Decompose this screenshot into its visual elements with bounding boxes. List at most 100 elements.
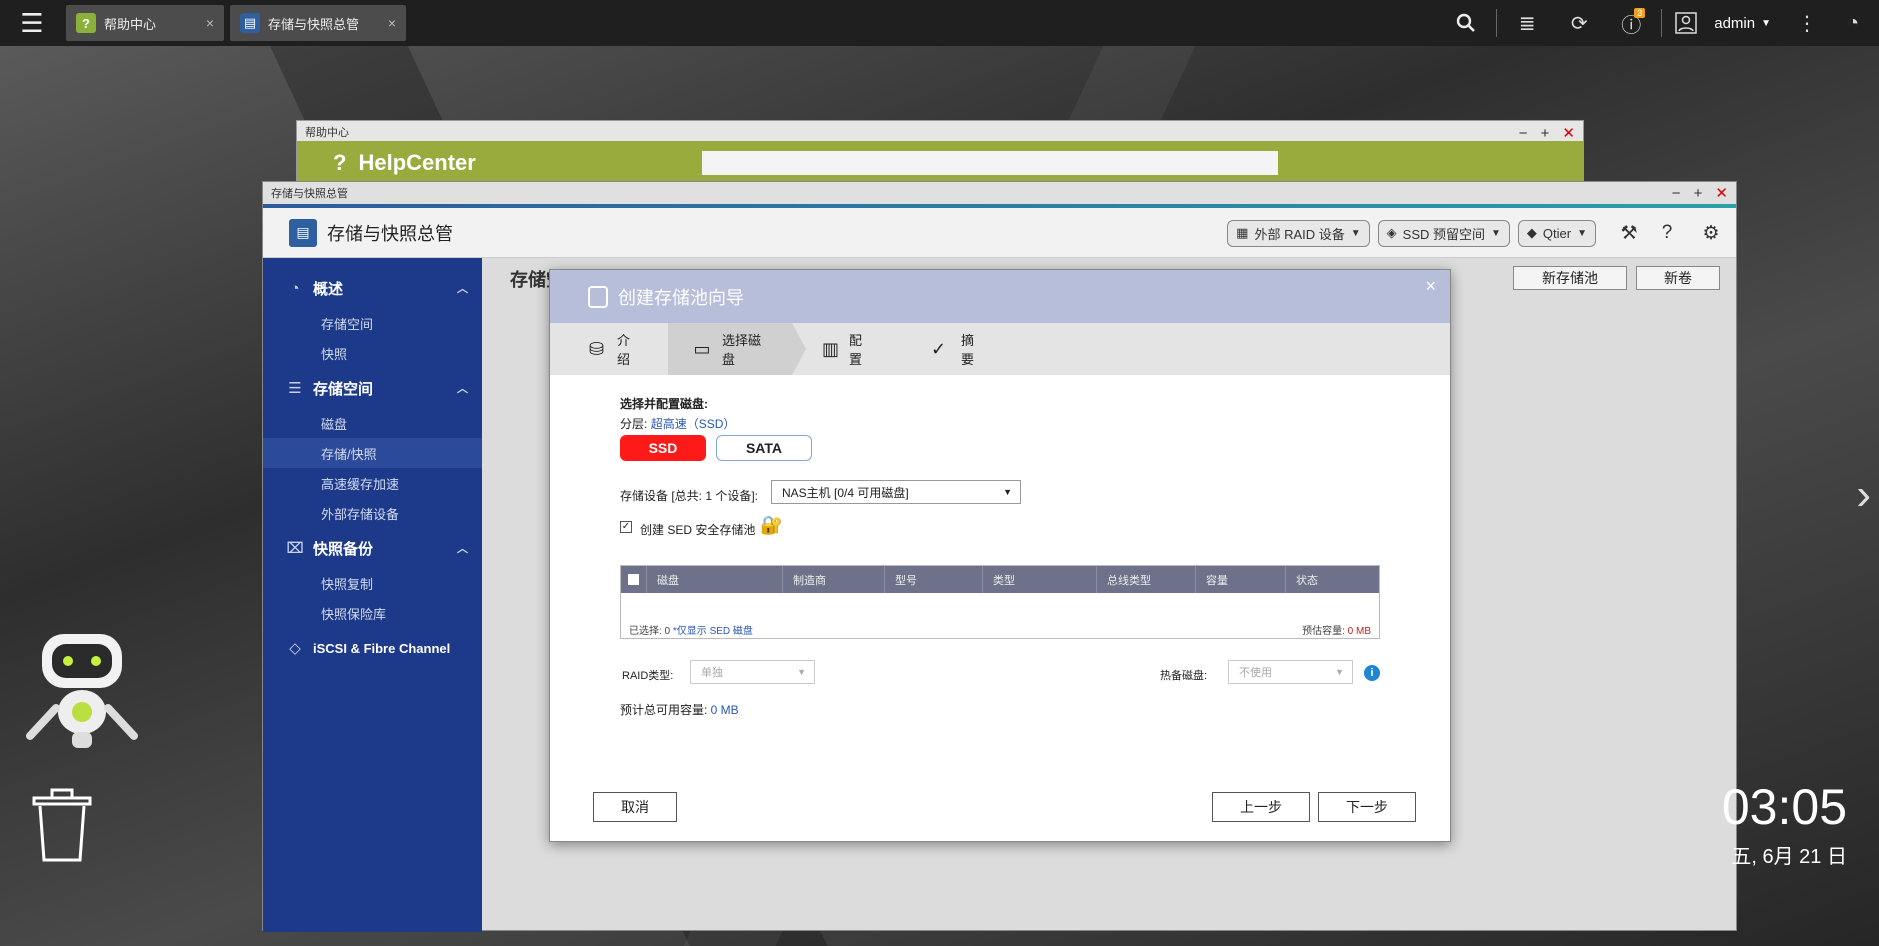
previous-button[interactable]: 上一步 xyxy=(1212,792,1310,822)
sidebar-group-snapshot-backup[interactable]: ⌧ 快照备份 ︿ xyxy=(263,528,482,568)
sidebar-item-storage-snapshots[interactable]: 存储/快照 xyxy=(263,438,482,468)
estimated-capacity-label: 预估容量: xyxy=(1302,625,1348,637)
chevron-right-icon[interactable]: › xyxy=(1856,470,1871,520)
sidebar-item-disks[interactable]: 磁盘 xyxy=(263,408,482,438)
trash-icon[interactable] xyxy=(30,788,94,864)
estimated-capacity-value: 0 MB xyxy=(1347,625,1371,637)
qtier-button[interactable]: ◆ Qtier ▼ xyxy=(1517,219,1596,247)
maximize-icon[interactable]: + xyxy=(1541,125,1550,142)
sidebar-item-external-storage[interactable]: 外部存储设备 xyxy=(263,498,482,528)
background-tasks-icon[interactable]: ≣ xyxy=(1501,0,1553,46)
sed-checkbox[interactable]: ✓ xyxy=(620,521,632,533)
ssd-icon: ◈ xyxy=(1386,225,1397,240)
close-icon[interactable]: ✕ xyxy=(1562,125,1575,142)
user-avatar-icon[interactable] xyxy=(1666,0,1706,46)
chevron-up-icon: ︿ xyxy=(457,383,468,395)
more-options-icon[interactable]: ⋮ xyxy=(1787,0,1827,46)
info-icon[interactable]: i xyxy=(1364,665,1380,681)
dashboard-icon[interactable]: ◔ xyxy=(1827,0,1879,46)
raid-type-label: RAID类型: xyxy=(622,670,674,682)
taskbar-tab-label: 存储与快照总管 xyxy=(268,16,360,32)
minimize-icon[interactable]: − xyxy=(1519,125,1528,142)
close-icon[interactable]: × xyxy=(1425,276,1436,297)
next-button[interactable]: 下一步 xyxy=(1318,792,1416,822)
tier-ssd-button[interactable]: SSD xyxy=(620,435,706,461)
sidebar-item-storage-space[interactable]: 存储空间 xyxy=(263,308,482,338)
section-title: 选择并配置磁盘: xyxy=(620,397,708,411)
table-header: 总线类型 xyxy=(1097,566,1196,593)
new-pool-button[interactable]: 新存储池 xyxy=(1513,266,1627,290)
sidebar-item-snapshot-vault[interactable]: 快照保险库 xyxy=(263,598,482,628)
assistant-robot-icon[interactable] xyxy=(26,628,138,754)
sidebar-item-snapshot[interactable]: 快照 xyxy=(263,338,482,368)
help-app-icon: ? xyxy=(76,13,96,33)
main-menu-icon[interactable]: ☰ xyxy=(0,0,64,46)
sed-only-link[interactable]: *仅显示 SED 磁盘 xyxy=(673,626,753,637)
ssd-reserve-button[interactable]: ◈ SSD 预留空间 ▼ xyxy=(1377,219,1510,247)
step-configure: ▥ 配置 xyxy=(792,323,896,375)
gear-icon[interactable]: ⚙ xyxy=(1696,219,1726,247)
new-volume-button[interactable]: 新卷 xyxy=(1636,266,1720,290)
header-toolbar: ▦ 外部 RAID 设备 ▼ ◈ SSD 预留空间 ▼ ◆ Qtier ▼ ⚒ … xyxy=(1227,219,1726,247)
minimize-icon[interactable]: − xyxy=(1672,185,1681,202)
help-center-window[interactable]: 帮助中心 − + ✕ ? HelpCenter xyxy=(296,120,1584,185)
help-search-input[interactable] xyxy=(701,151,1278,175)
sidebar-item-snapshot-replica[interactable]: 快照复制 xyxy=(263,568,482,598)
sidebar-item-cache-acceleration[interactable]: 高速缓存加速 xyxy=(263,468,482,498)
total-capacity-label: 预计总可用容量: xyxy=(620,703,711,717)
sidebar-group-overview[interactable]: ◔ 概述 ︿ xyxy=(263,268,482,308)
tools-icon[interactable]: ⚒ xyxy=(1614,219,1644,247)
user-menu[interactable]: admin ▼ xyxy=(1706,15,1787,32)
storage-app-icon: ▤ xyxy=(289,218,317,247)
step-label: 配置 xyxy=(849,333,863,367)
disk-table-header: 磁盘 制造商 型号 类型 总线类型 容量 状态 xyxy=(621,566,1379,593)
sidebar-group-label: 快照备份 xyxy=(313,540,374,558)
step-label: 介绍 xyxy=(617,333,631,367)
drive-icon: ▭ xyxy=(693,338,711,359)
help-icon[interactable]: ? xyxy=(1652,219,1682,247)
close-tab-icon[interactable]: × xyxy=(206,15,214,31)
app-title-block: ▤ 存储与快照总管 xyxy=(289,218,453,247)
sidebar: ◔ 概述 ︿ 存储空间 快照 ☰ 存储空间 ︿ 磁盘 存储/快照 高速缓存加速 … xyxy=(263,258,482,932)
disks-icon: ⛁ xyxy=(588,338,605,359)
sed-info-icon[interactable]: 🔐 xyxy=(760,515,784,537)
divider xyxy=(1496,9,1498,37)
notification-icon[interactable]: ⓘ 3 xyxy=(1605,0,1657,46)
device-select[interactable]: NAS主机 [0/4 可用磁盘] ▼ xyxy=(771,480,1021,504)
raid-device-icon: ▦ xyxy=(1236,225,1249,240)
ssd-reserve-label: SSD 预留空间 xyxy=(1402,226,1486,242)
sync-icon[interactable]: ⟳ xyxy=(1553,0,1605,46)
tier-value: 超高速（SSD） xyxy=(650,417,736,431)
taskbar-tab-storage[interactable]: ▤ 存储与快照总管 × xyxy=(230,5,406,41)
cancel-button[interactable]: 取消 xyxy=(593,792,677,822)
search-icon[interactable] xyxy=(1440,0,1492,46)
chevron-down-icon: ▼ xyxy=(1577,227,1587,239)
table-header: 磁盘 xyxy=(647,566,783,593)
close-icon[interactable]: ✕ xyxy=(1715,185,1728,202)
help-window-title: 帮助中心 xyxy=(305,127,349,139)
sidebar-group-label: iSCSI & Fibre Channel xyxy=(313,640,451,656)
taskbar-tab-label: 帮助中心 xyxy=(104,16,157,32)
table-header: 状态 xyxy=(1296,574,1318,587)
dialog-body: 选择并配置磁盘: 分层: 超高速（SSD） SSD SATA 存储设备 [总共:… xyxy=(550,375,1450,843)
window-title: 存储与快照总管 xyxy=(271,188,348,200)
external-raid-button[interactable]: ▦ 外部 RAID 设备 ▼ xyxy=(1227,219,1370,247)
hot-spare-select[interactable]: 不使用 ▼ xyxy=(1228,660,1353,684)
maximize-icon[interactable]: + xyxy=(1694,185,1703,202)
window-controls: − + ✕ xyxy=(1662,184,1728,202)
chevron-down-icon: ▼ xyxy=(1491,227,1501,239)
storage-app-icon: ▤ xyxy=(240,13,260,33)
external-raid-label: 外部 RAID 设备 xyxy=(1254,226,1345,242)
select-all-checkbox[interactable] xyxy=(621,566,647,593)
raid-type-select[interactable]: 单独 ▼ xyxy=(690,660,815,684)
device-label: 存储设备 [总共: 1 个设备]: xyxy=(620,489,759,503)
sidebar-group-iscsi[interactable]: ◇ iSCSI & Fibre Channel xyxy=(263,628,482,668)
chevron-up-icon: ︿ xyxy=(457,283,468,295)
tier-label: 分层: xyxy=(620,417,648,431)
taskbar-tab-help[interactable]: ? 帮助中心 × xyxy=(66,5,224,41)
hot-spare-value: 不使用 xyxy=(1239,667,1272,679)
sidebar-group-storage[interactable]: ☰ 存储空间 ︿ xyxy=(263,368,482,408)
app-title: 存储与快照总管 xyxy=(327,223,453,244)
tier-sata-button[interactable]: SATA xyxy=(716,435,812,461)
close-tab-icon[interactable]: × xyxy=(388,15,396,31)
